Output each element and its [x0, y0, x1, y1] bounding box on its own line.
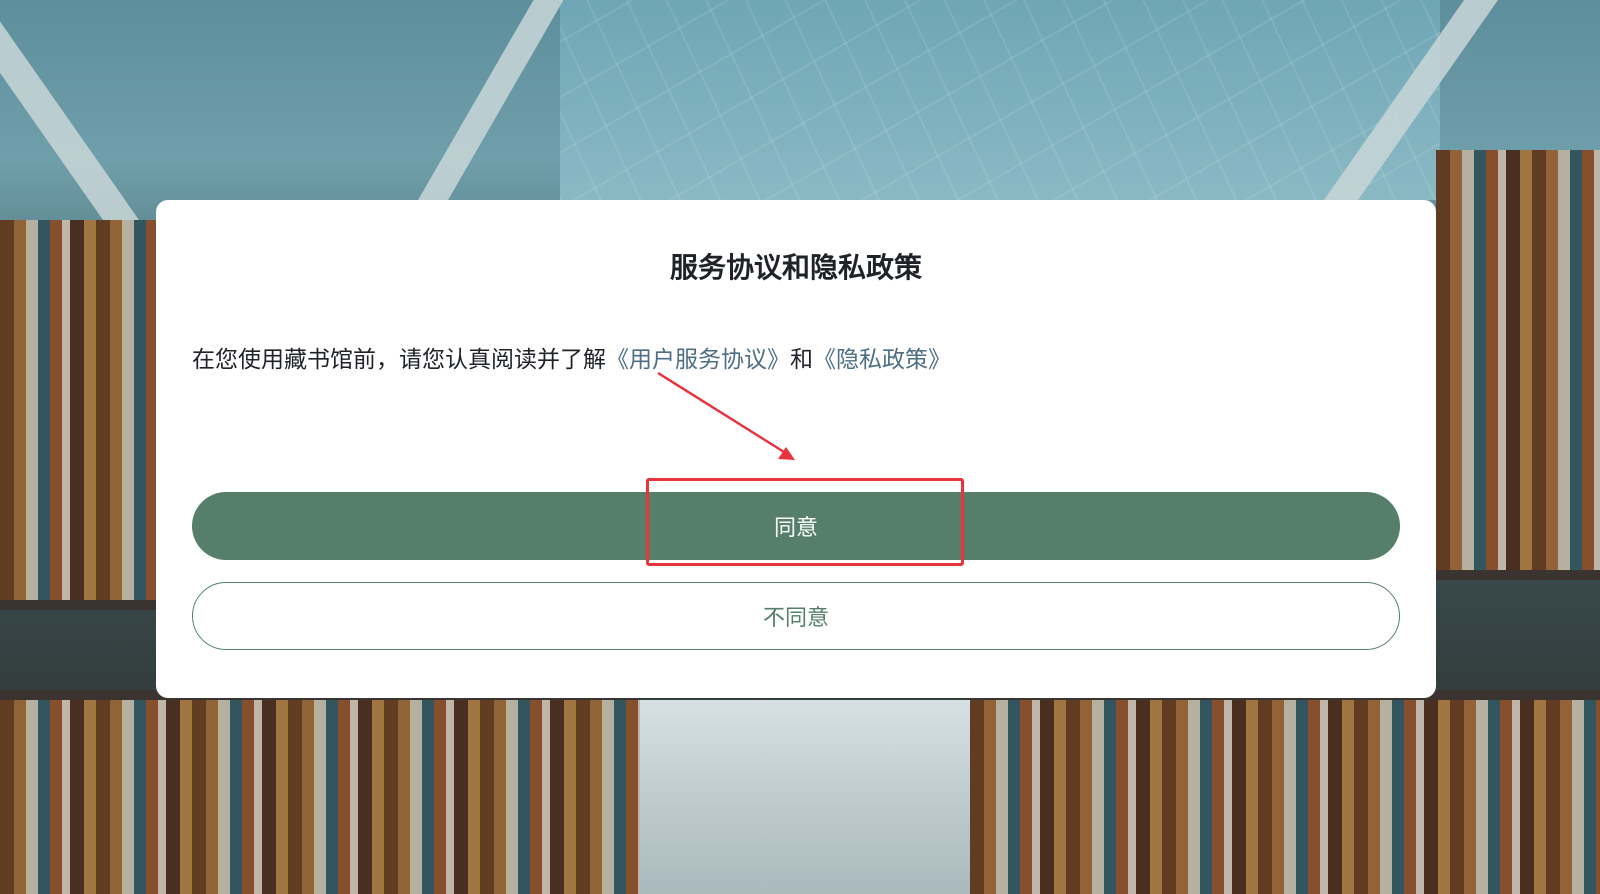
service-agreement-link[interactable]: 《用户服务协议》: [606, 347, 790, 373]
bookshelf-right: [1436, 150, 1600, 570]
skylight-ceiling: [560, 0, 1440, 200]
message-text: 在您使用藏书馆前，请您认真阅读并了解: [192, 347, 606, 373]
disagree-button[interactable]: 不同意: [192, 582, 1400, 650]
bookshelf-right-lower: [970, 700, 1600, 894]
bookshelf-left: [0, 220, 156, 600]
privacy-policy-link[interactable]: 《隐私政策》: [813, 347, 951, 373]
shelf-plank: [1436, 570, 1600, 580]
dialog-title: 服务协议和隐私政策: [669, 251, 922, 284]
message-and-text: 和: [790, 347, 813, 373]
ceiling-beam: [406, 0, 564, 220]
bookshelf-left-lower: [0, 700, 640, 894]
shelf-plank: [0, 600, 156, 610]
dialog-message: 在您使用藏书馆前，请您认真阅读并了解《用户服务协议》和《隐私政策》: [192, 340, 1400, 374]
agreement-dialog: 服务协议和隐私政策 在您使用藏书馆前，请您认真阅读并了解《用户服务协议》和《隐私…: [156, 200, 1436, 698]
library-aisle: [640, 700, 970, 894]
annotation-highlight-box: [646, 478, 964, 566]
